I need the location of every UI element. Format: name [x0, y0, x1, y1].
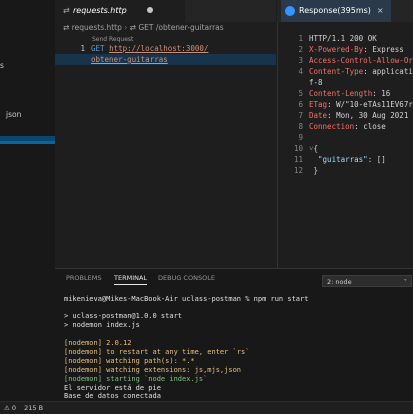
- terminal-line: > uclass-postman@1.0.0 start: [64, 312, 183, 320]
- response-line: 3 Access-Control-Allow-Ori: [298, 56, 413, 65]
- terminal-line: > nodemon index.js: [64, 321, 140, 329]
- send-request-codelens[interactable]: Send Request: [92, 36, 133, 43]
- response-line: 11 "guitarras": []: [293, 155, 386, 164]
- line-number: 1: [80, 44, 85, 53]
- response-line: 12 }: [293, 166, 319, 175]
- editor-pane[interactable]: [55, 0, 276, 268]
- response-line: 9: [298, 133, 303, 142]
- response-line: 5 Content-Length: 16: [298, 89, 391, 98]
- chevron-down-icon: ˅: [403, 278, 407, 286]
- breadcrumb-symbol[interactable]: GET /obtener-guitarras: [138, 23, 223, 32]
- http-file-icon: ⇄: [63, 6, 70, 15]
- terminal-line: [nodemon] 2.0.12: [64, 339, 132, 347]
- response-line: 6 ETag: W/"10-eTAs11EV67rt: [298, 100, 413, 109]
- sidebar-item-label: s: [0, 61, 4, 70]
- breadcrumb-file[interactable]: requests.http: [72, 23, 122, 32]
- sidebar-item[interactable]: json: [0, 109, 55, 120]
- sidebar-item[interactable]: s: [0, 60, 55, 71]
- status-bar: ⚠ 0 215 B: [0, 401, 413, 414]
- explorer-sidebar: s json: [0, 0, 55, 401]
- response-line: 7 Date: Mon, 30 Aug 2021 0: [298, 111, 413, 120]
- symbol-icon: ⇄: [129, 23, 136, 32]
- terminal-line: [nodemon] watching extensions: js,mjs,js…: [64, 366, 242, 374]
- unsaved-dot-icon[interactable]: [147, 7, 154, 13]
- terminal-line: Base de datos conectada: [64, 392, 161, 400]
- response-line: 2 X-Powered-By: Express: [298, 45, 404, 54]
- tab-requests-http[interactable]: ⇄ requests.http: [55, 0, 185, 22]
- response-line: 8 Connection: close: [298, 122, 386, 131]
- http-method: GET: [91, 44, 105, 53]
- close-icon[interactable]: ×: [377, 6, 384, 15]
- response-icon: [285, 5, 295, 16]
- code-line[interactable]: 1 GET http://localhost:3000/: [55, 43, 276, 54]
- sidebar-focus-indicator: [0, 141, 55, 144]
- request-url-continued[interactable]: obtener-guitarras: [91, 55, 168, 64]
- tab-problems[interactable]: PROBLEMS: [66, 274, 101, 282]
- warning-icon[interactable]: ⚠: [0, 404, 10, 412]
- terminal-line: mikenieva@Mikes-MacBook-Air uclass-postm…: [64, 295, 309, 303]
- http-file-icon: ⇄: [63, 23, 70, 32]
- code-line-wrapped[interactable]: obtener-guitarras: [55, 54, 276, 65]
- terminal-select[interactable]: 2: node ˅: [322, 275, 412, 287]
- response-line: 4 Content-Type: applicatio: [298, 67, 413, 76]
- tab-debug-console[interactable]: DEBUG CONSOLE: [158, 274, 215, 282]
- terminal-select-value: 2: node: [327, 278, 352, 286]
- request-url[interactable]: http://localhost:3000/: [109, 44, 208, 53]
- tab-label: requests.http: [73, 6, 127, 15]
- file-size: 215 B: [24, 404, 44, 412]
- problems-count[interactable]: 0: [12, 404, 16, 412]
- terminal-line: [nodemon] watching path(s): *.*: [64, 357, 195, 365]
- tab-response[interactable]: Response(395ms) ×: [281, 0, 391, 22]
- terminal-line: [nodemon] starting `node index.js`: [64, 375, 208, 383]
- breadcrumb[interactable]: ⇄ requests.http › ⇄ GET /obtener-guitarr…: [55, 22, 276, 34]
- response-line: 1 HTTP/1.1 200 OK: [298, 34, 377, 43]
- tab-terminal[interactable]: TERMINAL: [114, 274, 148, 285]
- breadcrumb-separator-icon: ›: [124, 23, 128, 32]
- response-line: f-8: [309, 78, 323, 87]
- tab-label: Response(395ms): [299, 6, 371, 15]
- response-line: 10 ˅{: [293, 144, 319, 153]
- terminal-line: [nodemon] to restart at any time, enter …: [64, 348, 250, 356]
- sidebar-item-label: json: [6, 110, 22, 119]
